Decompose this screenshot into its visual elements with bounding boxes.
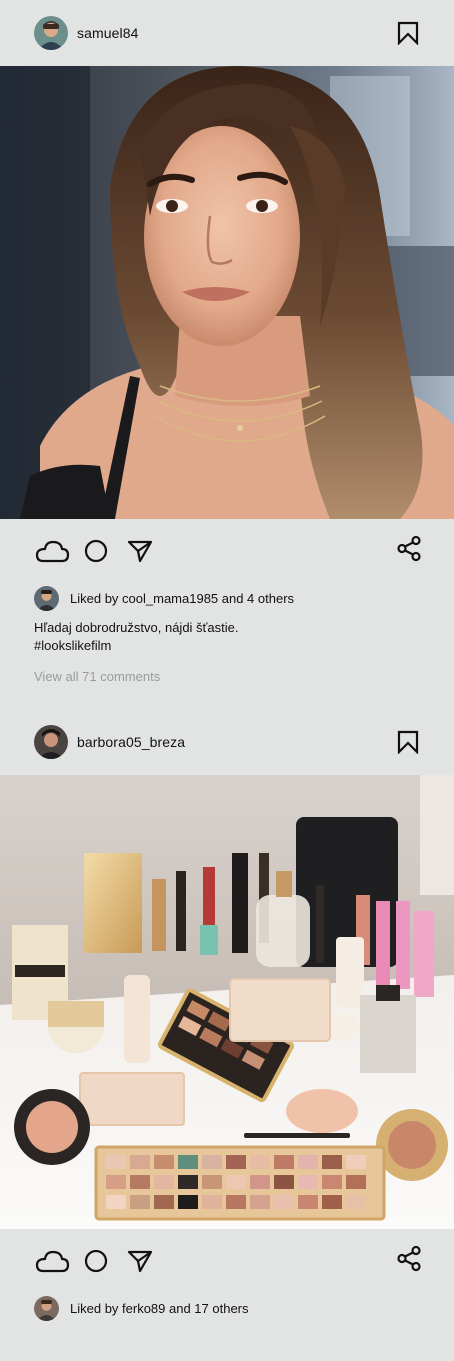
- like-button[interactable]: [34, 1247, 70, 1275]
- circle-icon: [84, 539, 108, 563]
- like-button[interactable]: [34, 537, 70, 565]
- comment-button[interactable]: [78, 537, 114, 565]
- share-icon: [397, 1245, 421, 1272]
- likes-text[interactable]: Liked by ferko89 and 17 others: [70, 1301, 249, 1316]
- caption-text: Hľadaj dobrodružstvo, nájdi šťastie.: [34, 620, 239, 635]
- feed: samuel84 Liked by cool_mama1985 and 4 ot…: [0, 0, 454, 1323]
- post-caption: Hľadaj dobrodružstvo, nájdi šťastie. #lo…: [0, 613, 454, 655]
- post-photo[interactable]: [0, 66, 454, 519]
- avatar[interactable]: [34, 585, 59, 611]
- post-header: samuel84: [0, 0, 454, 66]
- likes-row: Liked by ferko89 and 17 others: [0, 1293, 454, 1323]
- post: barbora05_breza Liked by ferko89 and 17 …: [0, 709, 454, 1323]
- share-button[interactable]: [396, 1245, 422, 1277]
- send-button[interactable]: [122, 1247, 158, 1275]
- post-username[interactable]: barbora05_breza: [77, 734, 185, 750]
- send-button[interactable]: [122, 537, 158, 565]
- view-comments-link[interactable]: View all 71 comments: [0, 655, 454, 687]
- cloud-icon: [35, 540, 70, 563]
- comment-button[interactable]: [78, 1247, 114, 1275]
- post-username[interactable]: samuel84: [77, 25, 139, 41]
- post-actions: [0, 1229, 454, 1293]
- bookmark-icon[interactable]: [396, 730, 420, 755]
- avatar[interactable]: [34, 1295, 59, 1321]
- post: samuel84 Liked by cool_mama1985 and 4 ot…: [0, 0, 454, 687]
- likes-text[interactable]: Liked by cool_mama1985 and 4 others: [70, 591, 294, 606]
- post-photo[interactable]: [0, 775, 454, 1229]
- likes-row: Liked by cool_mama1985 and 4 others: [0, 583, 454, 613]
- send-arrow-icon: [127, 1250, 153, 1273]
- send-arrow-icon: [127, 540, 153, 563]
- post-actions: [0, 519, 454, 583]
- post-header: barbora05_breza: [0, 709, 454, 775]
- cloud-icon: [35, 1250, 70, 1273]
- bookmark-icon[interactable]: [396, 21, 420, 46]
- avatar[interactable]: [34, 16, 68, 50]
- circle-icon: [84, 1249, 108, 1273]
- share-icon: [397, 535, 421, 562]
- hashtag-link[interactable]: #lookslikefilm: [34, 637, 420, 655]
- share-button[interactable]: [396, 535, 422, 567]
- avatar[interactable]: [34, 725, 68, 759]
